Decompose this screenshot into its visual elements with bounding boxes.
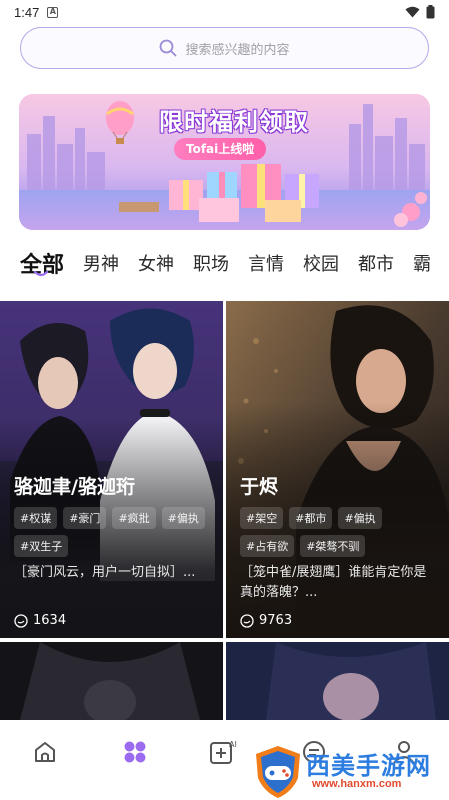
chat-count: 9763 — [259, 613, 293, 628]
tab-urban[interactable]: 都市 — [358, 250, 394, 276]
status-time: 1:47 — [14, 4, 40, 20]
status-bar: 1:47 A — [0, 0, 449, 24]
battery-icon — [426, 5, 435, 19]
home-icon — [34, 742, 55, 762]
tab-male-idol[interactable]: 男神 — [83, 250, 119, 276]
character-card[interactable]: 于烬 #架空 #都市 #偏执 #占有欲 #桀骜不驯 ［笼中雀/展翅鹰］谁能肯定你… — [226, 301, 449, 638]
active-tab-indicator — [34, 271, 48, 277]
nav-home-button[interactable] — [25, 732, 65, 772]
watermark-brand: 西美手游网 — [306, 752, 431, 780]
tag-chip: #都市 — [289, 507, 333, 529]
tag-chip: #偏执 — [338, 507, 382, 529]
banner-title: 限时福利领取 — [159, 108, 309, 136]
tag-chip: #偏执 — [161, 507, 205, 529]
watermark-url: www.hanxm.com — [312, 778, 402, 790]
site-watermark: 西美手游网 www.hanxm.com — [250, 744, 449, 800]
character-card-partial[interactable] — [226, 642, 449, 720]
character-portrait — [226, 642, 449, 720]
character-description: ［豪门风云，用户一切自拟］... — [14, 565, 196, 580]
tag-chip: #权谋 — [14, 507, 58, 529]
chat-count-icon — [14, 613, 28, 628]
ai-badge: AI — [229, 740, 237, 749]
tag-chip: #豪门 — [63, 507, 107, 529]
discover-icon — [124, 741, 146, 763]
character-name: 骆迦聿/骆迦珩 — [14, 476, 135, 498]
nav-ai-create-button[interactable]: AI — [204, 732, 244, 772]
search-icon — [160, 39, 177, 57]
tab-domineering[interactable]: 霸 — [413, 250, 431, 276]
ai-create-icon: AI — [210, 740, 237, 764]
search-input[interactable]: 搜索感兴趣的内容 — [185, 39, 289, 58]
promo-banner[interactable]: 限时福利领取 Tofai上线啦 — [19, 94, 430, 230]
tab-campus[interactable]: 校园 — [303, 250, 339, 276]
tab-romance[interactable]: 言情 — [248, 250, 284, 276]
tag-chip: #占有欲 — [240, 535, 295, 557]
tab-female-idol[interactable]: 女神 — [138, 250, 174, 276]
chat-count-icon — [240, 613, 254, 628]
tag-chip: #双生子 — [14, 535, 69, 557]
notification-badge: A — [47, 6, 59, 18]
tab-workplace[interactable]: 职场 — [193, 250, 229, 276]
wifi-icon — [405, 6, 420, 18]
banner-subtitle: Tofai上线啦 — [174, 138, 267, 160]
tag-chip: #桀骜不驯 — [300, 535, 366, 557]
category-tabs: 全部 男神 女神 职场 言情 校园 都市 霸 — [0, 240, 449, 286]
character-card-partial[interactable] — [0, 642, 223, 720]
character-portrait — [0, 642, 223, 720]
character-description: ［笼中雀/展翅鹰］谁能肯定你是真的落魄？... — [240, 565, 427, 600]
character-card[interactable]: 骆迦聿/骆迦珩 #权谋 #豪门 #疯批 #偏执 #双生子 ［豪门风云，用户一切自… — [0, 301, 223, 638]
gamepad-shield-icon — [256, 746, 300, 798]
tag-chip: #疯批 — [112, 507, 156, 529]
search-bar[interactable]: 搜索感兴趣的内容 — [20, 27, 429, 69]
nav-discover-button[interactable] — [115, 732, 155, 772]
chat-count: 1634 — [33, 613, 67, 628]
character-name: 于烬 — [240, 476, 279, 498]
tag-chip: #架空 — [240, 507, 284, 529]
